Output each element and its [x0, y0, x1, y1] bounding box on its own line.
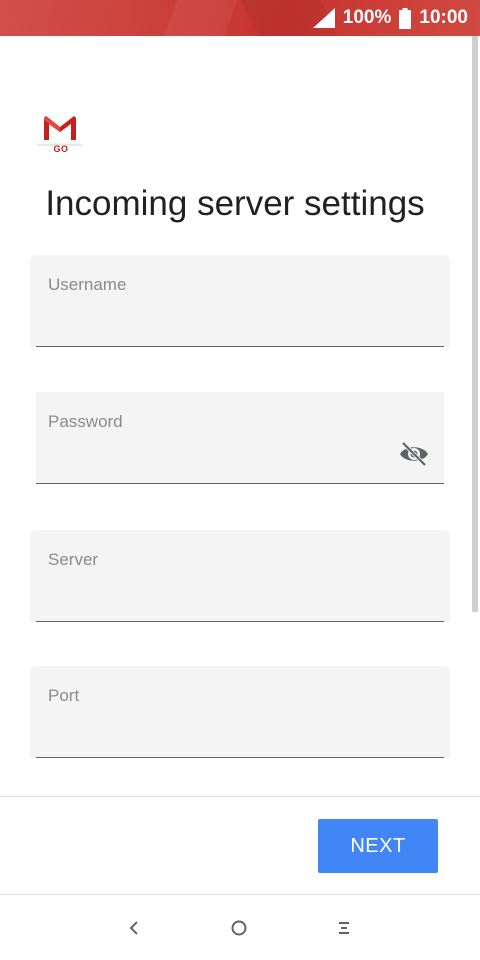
logo-go-text: GO — [53, 144, 69, 154]
next-button[interactable]: NEXT — [318, 819, 438, 873]
server-label: Server — [48, 550, 99, 569]
navigation-bar — [0, 895, 480, 960]
username-label: Username — [48, 275, 127, 294]
menu-icon — [339, 922, 349, 934]
signal-icon — [312, 8, 335, 28]
username-underline — [36, 346, 444, 347]
username-field[interactable]: Username — [30, 255, 450, 347]
status-bar: 100% 10:00 — [0, 0, 480, 36]
page-title: Incoming server settings — [45, 184, 425, 223]
eye-off-icon[interactable] — [398, 440, 430, 468]
nav-menu-button[interactable] — [329, 913, 359, 943]
nav-home-button[interactable] — [224, 913, 254, 943]
scrollbar[interactable] — [472, 36, 478, 612]
port-label: Port — [48, 686, 80, 705]
port-field[interactable]: Port — [30, 666, 450, 758]
battery-percent: 100% — [342, 7, 392, 28]
status-indicators: 100% 10:00 — [312, 0, 468, 36]
back-icon — [129, 921, 138, 935]
battery-icon — [399, 7, 412, 29]
password-field[interactable]: Password — [36, 392, 444, 484]
gmail-logo-icon — [36, 116, 84, 147]
server-field[interactable]: Server — [30, 530, 450, 622]
password-underline — [36, 483, 444, 484]
password-label: Password — [48, 412, 123, 431]
home-icon — [231, 920, 247, 936]
gmail-go-logo: GO — [36, 112, 86, 158]
action-divider — [0, 796, 480, 797]
status-time: 10:00 — [419, 7, 468, 28]
server-underline — [36, 621, 444, 622]
port-underline — [36, 757, 444, 758]
nav-back-button[interactable] — [119, 913, 149, 943]
